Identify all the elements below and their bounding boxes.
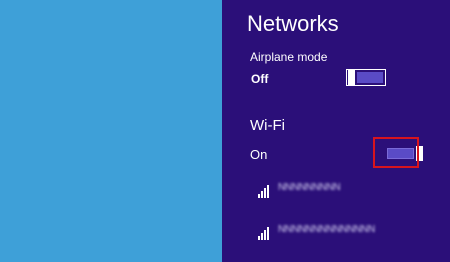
screen: Networks Airplane mode Off Wi-Fi On NNNN… — [0, 0, 450, 262]
airplane-mode-state: Off — [251, 72, 269, 86]
panel-title: Networks — [247, 11, 339, 36]
desktop-background — [0, 0, 222, 262]
network-name: NNNNNNNNN — [278, 182, 341, 193]
wifi-toggle-thumb — [416, 146, 423, 161]
airplane-mode-toggle-thumb — [348, 69, 355, 86]
wifi-state: On — [250, 147, 268, 162]
wifi-signal-icon — [258, 184, 272, 198]
wifi-signal-icon — [258, 226, 272, 240]
airplane-mode-toggle[interactable] — [346, 69, 386, 86]
airplane-mode-toggle-fill — [357, 72, 383, 83]
network-item[interactable]: NNNNNNNNNNNNNN — [258, 222, 428, 242]
network-item[interactable]: NNNNNNNNN — [258, 180, 428, 200]
wifi-label: Wi-Fi — [250, 117, 285, 134]
airplane-mode-label: Airplane mode — [250, 50, 328, 64]
wifi-toggle-fill — [387, 148, 414, 159]
wifi-toggle[interactable] — [387, 146, 426, 161]
networks-panel: Networks Airplane mode Off Wi-Fi On NNNN… — [222, 0, 450, 262]
network-name: NNNNNNNNNNNNNN — [278, 224, 375, 235]
